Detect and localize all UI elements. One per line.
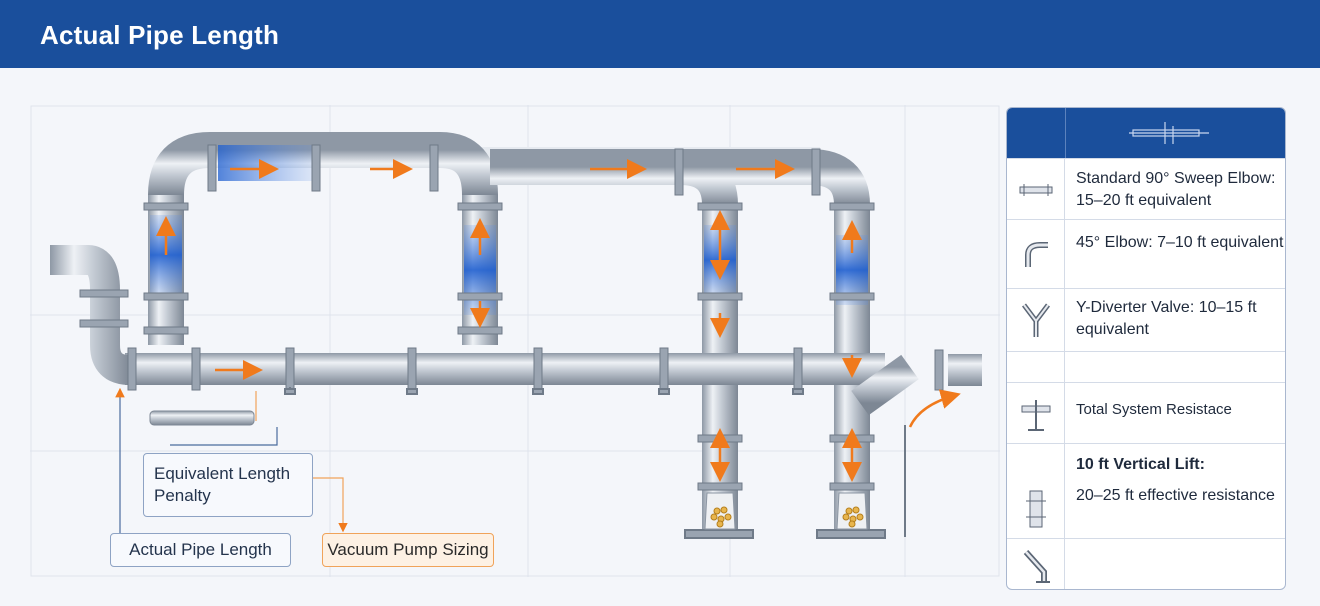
page-title: Actual Pipe Length bbox=[40, 20, 280, 50]
pipe-stand-icon bbox=[1021, 399, 1050, 431]
legend-text-y-diverter: Y-Diverter Valve: 10–15 ft equivalent bbox=[1076, 299, 1257, 338]
legend-row-y-diverter: Y-Diverter Valve: 10–15 ft equivalent bbox=[1007, 288, 1285, 352]
legend-row-45-elbow: 45° Elbow: 7–10 ft equivalent bbox=[1007, 219, 1285, 289]
legend-text-total-resistance: Total System Resistace bbox=[1076, 401, 1232, 418]
resistance-legend-panel: Standard 90° Sweep Elbow: 15–20 ft equiv… bbox=[1006, 107, 1286, 590]
angled-pipe-icon bbox=[1023, 549, 1050, 583]
legend-header bbox=[1007, 108, 1285, 158]
vertical-pipe-icon bbox=[1025, 490, 1046, 527]
legend-row-vertical-lift: 10 ft Vertical Lift: bbox=[1007, 443, 1285, 480]
legend-row-blank bbox=[1007, 351, 1285, 383]
y-diverter-icon bbox=[1021, 303, 1050, 337]
legend-row-angled-pipe bbox=[1007, 538, 1285, 589]
legend-text-45-elbow: 45° Elbow: 7–10 ft equivalent bbox=[1076, 234, 1284, 251]
header-bar: Actual Pipe Length bbox=[0, 0, 1320, 68]
elbow-45-icon bbox=[1024, 241, 1048, 267]
legend-row-sweep-elbow: Standard 90° Sweep Elbow: 15–20 ft equiv… bbox=[1007, 158, 1285, 220]
equivalent-length-callout: Equivalent Length Penalty bbox=[143, 453, 313, 517]
material-hopper bbox=[704, 492, 868, 530]
pipe-supports bbox=[284, 387, 906, 539]
legend-row-total-resistance: Total System Resistace bbox=[1007, 382, 1285, 444]
legend-text-sweep-elbow: Standard 90° Sweep Elbow: 15–20 ft equiv… bbox=[1076, 170, 1276, 209]
pipe-schematic-icon bbox=[1129, 122, 1209, 144]
straight-pipe-icon bbox=[1019, 183, 1052, 196]
legend-text-vertical-lift: 10 ft Vertical Lift: bbox=[1076, 456, 1205, 473]
vacuum-pump-sizing-callout: Vacuum Pump Sizing bbox=[322, 533, 494, 567]
legend-text-effective-resistance: 20–25 ft effective resistance bbox=[1076, 487, 1275, 504]
actual-pipe-length-callout: Actual Pipe Length bbox=[110, 533, 291, 567]
pipe-couplings bbox=[79, 144, 944, 491]
equivalent-pipe-segment bbox=[149, 410, 255, 426]
second-loop-pipe bbox=[490, 149, 870, 535]
legend-row-effective-resistance: 20–25 ft effective resistance bbox=[1007, 479, 1285, 538]
